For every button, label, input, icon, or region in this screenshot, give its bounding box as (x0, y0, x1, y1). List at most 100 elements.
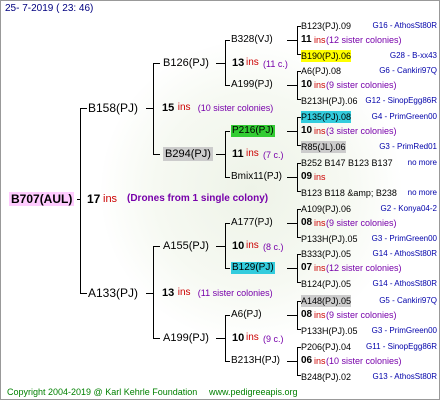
ancestor-bottom-line: G3 - PrimGreen00 (371, 234, 437, 243)
ancestor-top: A109(PJ).06 (301, 204, 352, 214)
ins-label: ins (314, 35, 326, 45)
connector-line (287, 177, 298, 178)
connector-line (225, 177, 230, 178)
queen-node-l1: A133(PJ) (88, 286, 139, 300)
ancestor-top: A6(PJ).08 (301, 66, 342, 76)
sister-note: (10 sister colonies) (197, 103, 274, 113)
sister-note: (7 c.) (263, 150, 284, 160)
ins-label: ins (314, 356, 326, 366)
queen-node-l3: P216(PJ) (231, 125, 275, 137)
drone-count: 10 (301, 125, 313, 136)
ancestor-bottom-line: no more (407, 188, 437, 197)
sister-note: (9 sister colonies) (326, 310, 397, 320)
ancestor-top: B123(PJ).09 (301, 21, 352, 31)
pedigree-frame: 25- 7-2019 ( 23: 46) B707(AUL) 17 ins (Dron… (0, 0, 440, 400)
connector-line (80, 293, 87, 294)
drone-count: 10 (301, 79, 313, 90)
sister-note: (10 sister colonies) (326, 356, 402, 366)
ancestor-top: B333(PJ).05 (301, 249, 352, 259)
ancestor-top: A148(PJ).05 (301, 295, 352, 307)
connector-line (225, 85, 230, 86)
queen-node-l3: B328(VJ) (231, 34, 273, 45)
connector-line (287, 361, 298, 362)
root-ins: ins (103, 193, 118, 205)
ins-label: ins (246, 240, 259, 251)
copyright: Copyright 2004-2019 @ Karl Kehrle Founda… (7, 387, 198, 397)
ancestor-top-line: no more (407, 158, 437, 167)
drone-count: 13 (162, 287, 175, 299)
connector-line (225, 223, 230, 224)
connector-line (225, 315, 230, 316)
ancestor-bottom: B190(PJ).06 (301, 50, 352, 62)
connector-line (216, 154, 226, 155)
queen-node-l3: A6(PJ) (231, 309, 262, 320)
ancestor-bottom-line: G12 - SinopEgg86R (365, 96, 437, 105)
drone-count: 11 (232, 148, 244, 160)
sister-note: (9 sister colonies) (326, 80, 397, 90)
timestamp: 25- 7-2019 ( 23: 46) (5, 3, 94, 14)
connector-line (153, 338, 160, 339)
ancestor-bottom-line: G3 - PrimGreen00 (371, 326, 437, 335)
sister-note: (9 sister colonies) (326, 218, 397, 228)
sister-note: (12 sister colonies) (326, 263, 402, 273)
sister-note: (12 sister colonies) (326, 35, 402, 45)
connector-line (146, 293, 154, 294)
drone-count: 08 (301, 217, 313, 228)
ancestor-bottom-line: G13 - AthosSt80R (372, 372, 437, 381)
connector-line (287, 268, 298, 269)
connector-line (216, 63, 226, 64)
ins-label: ins (246, 57, 259, 68)
ancestor-top-line: G4 - PrimGreen00 (371, 112, 437, 121)
ancestor-bottom: B124(PJ).05 (301, 279, 352, 289)
connector-line (216, 338, 226, 339)
connector-line (287, 131, 298, 132)
ancestor-bottom: B248(PJ).02 (301, 372, 352, 382)
connector-line (225, 268, 230, 269)
ins-label: ins (177, 102, 191, 113)
connector-line (77, 199, 81, 200)
ins-label: ins (314, 80, 326, 90)
connector-line (146, 108, 154, 109)
queen-node-l3: A199(PJ) (231, 79, 273, 90)
ins-label: ins (314, 310, 326, 320)
connector-line (287, 223, 298, 224)
ancestor-top-line: G14 - AthosSt80R (372, 249, 437, 258)
ancestor-top-line: G5 - Cankiri97Q (379, 296, 437, 305)
drone-count: 11 (301, 34, 312, 45)
queen-node-l1: B158(PJ) (88, 101, 139, 115)
queen-node-l3: B213H(PJ) (231, 355, 280, 366)
sister-note: (11 c.) (263, 59, 288, 69)
ancestor-bottom-line: G3 - PrimRed01 (379, 142, 437, 151)
drone-count: 15 (162, 102, 175, 114)
connector-line (80, 108, 87, 109)
ancestor-bottom: P133H(PJ).05 (301, 326, 358, 336)
root-queen-node: B707(AUL) (9, 192, 75, 206)
sister-note: (3 sister colonies) (326, 126, 397, 136)
drone-count: 10 (232, 240, 245, 252)
sister-note: (11 sister colonies) (197, 288, 273, 298)
root-drone-count: 17 (87, 192, 101, 206)
connector-line (287, 315, 298, 316)
ins-label: ins (314, 172, 326, 182)
queen-node-l2: A155(PJ) (163, 240, 209, 252)
queen-node-l3: A177(PJ) (231, 217, 273, 228)
ins-label: ins (314, 218, 326, 228)
ins-label: ins (246, 148, 259, 159)
queen-node-l2: A199(PJ) (163, 332, 209, 344)
ins-label: ins (314, 263, 326, 273)
ancestor-bottom: R85(JL).06 (301, 141, 346, 153)
drone-count: 13 (232, 57, 245, 69)
drone-count: 08 (301, 309, 313, 320)
sister-note: (9 c.) (263, 334, 284, 344)
drone-count: 10 (232, 332, 245, 344)
ancestor-bottom-line: G28 - B-xx43 (389, 51, 437, 60)
connector-line (153, 246, 160, 247)
ancestor-top: P206(PJ).04 (301, 342, 352, 352)
connector-line (287, 40, 298, 41)
queen-node-l2: B126(PJ) (163, 57, 209, 69)
ancestor-bottom-line: G14 - AthosSt80R (372, 279, 437, 288)
connector-line (153, 246, 154, 338)
ins-label: ins (177, 287, 191, 298)
website-link[interactable]: www.pedigreeapis.org (209, 386, 298, 398)
connector-line (153, 63, 160, 64)
